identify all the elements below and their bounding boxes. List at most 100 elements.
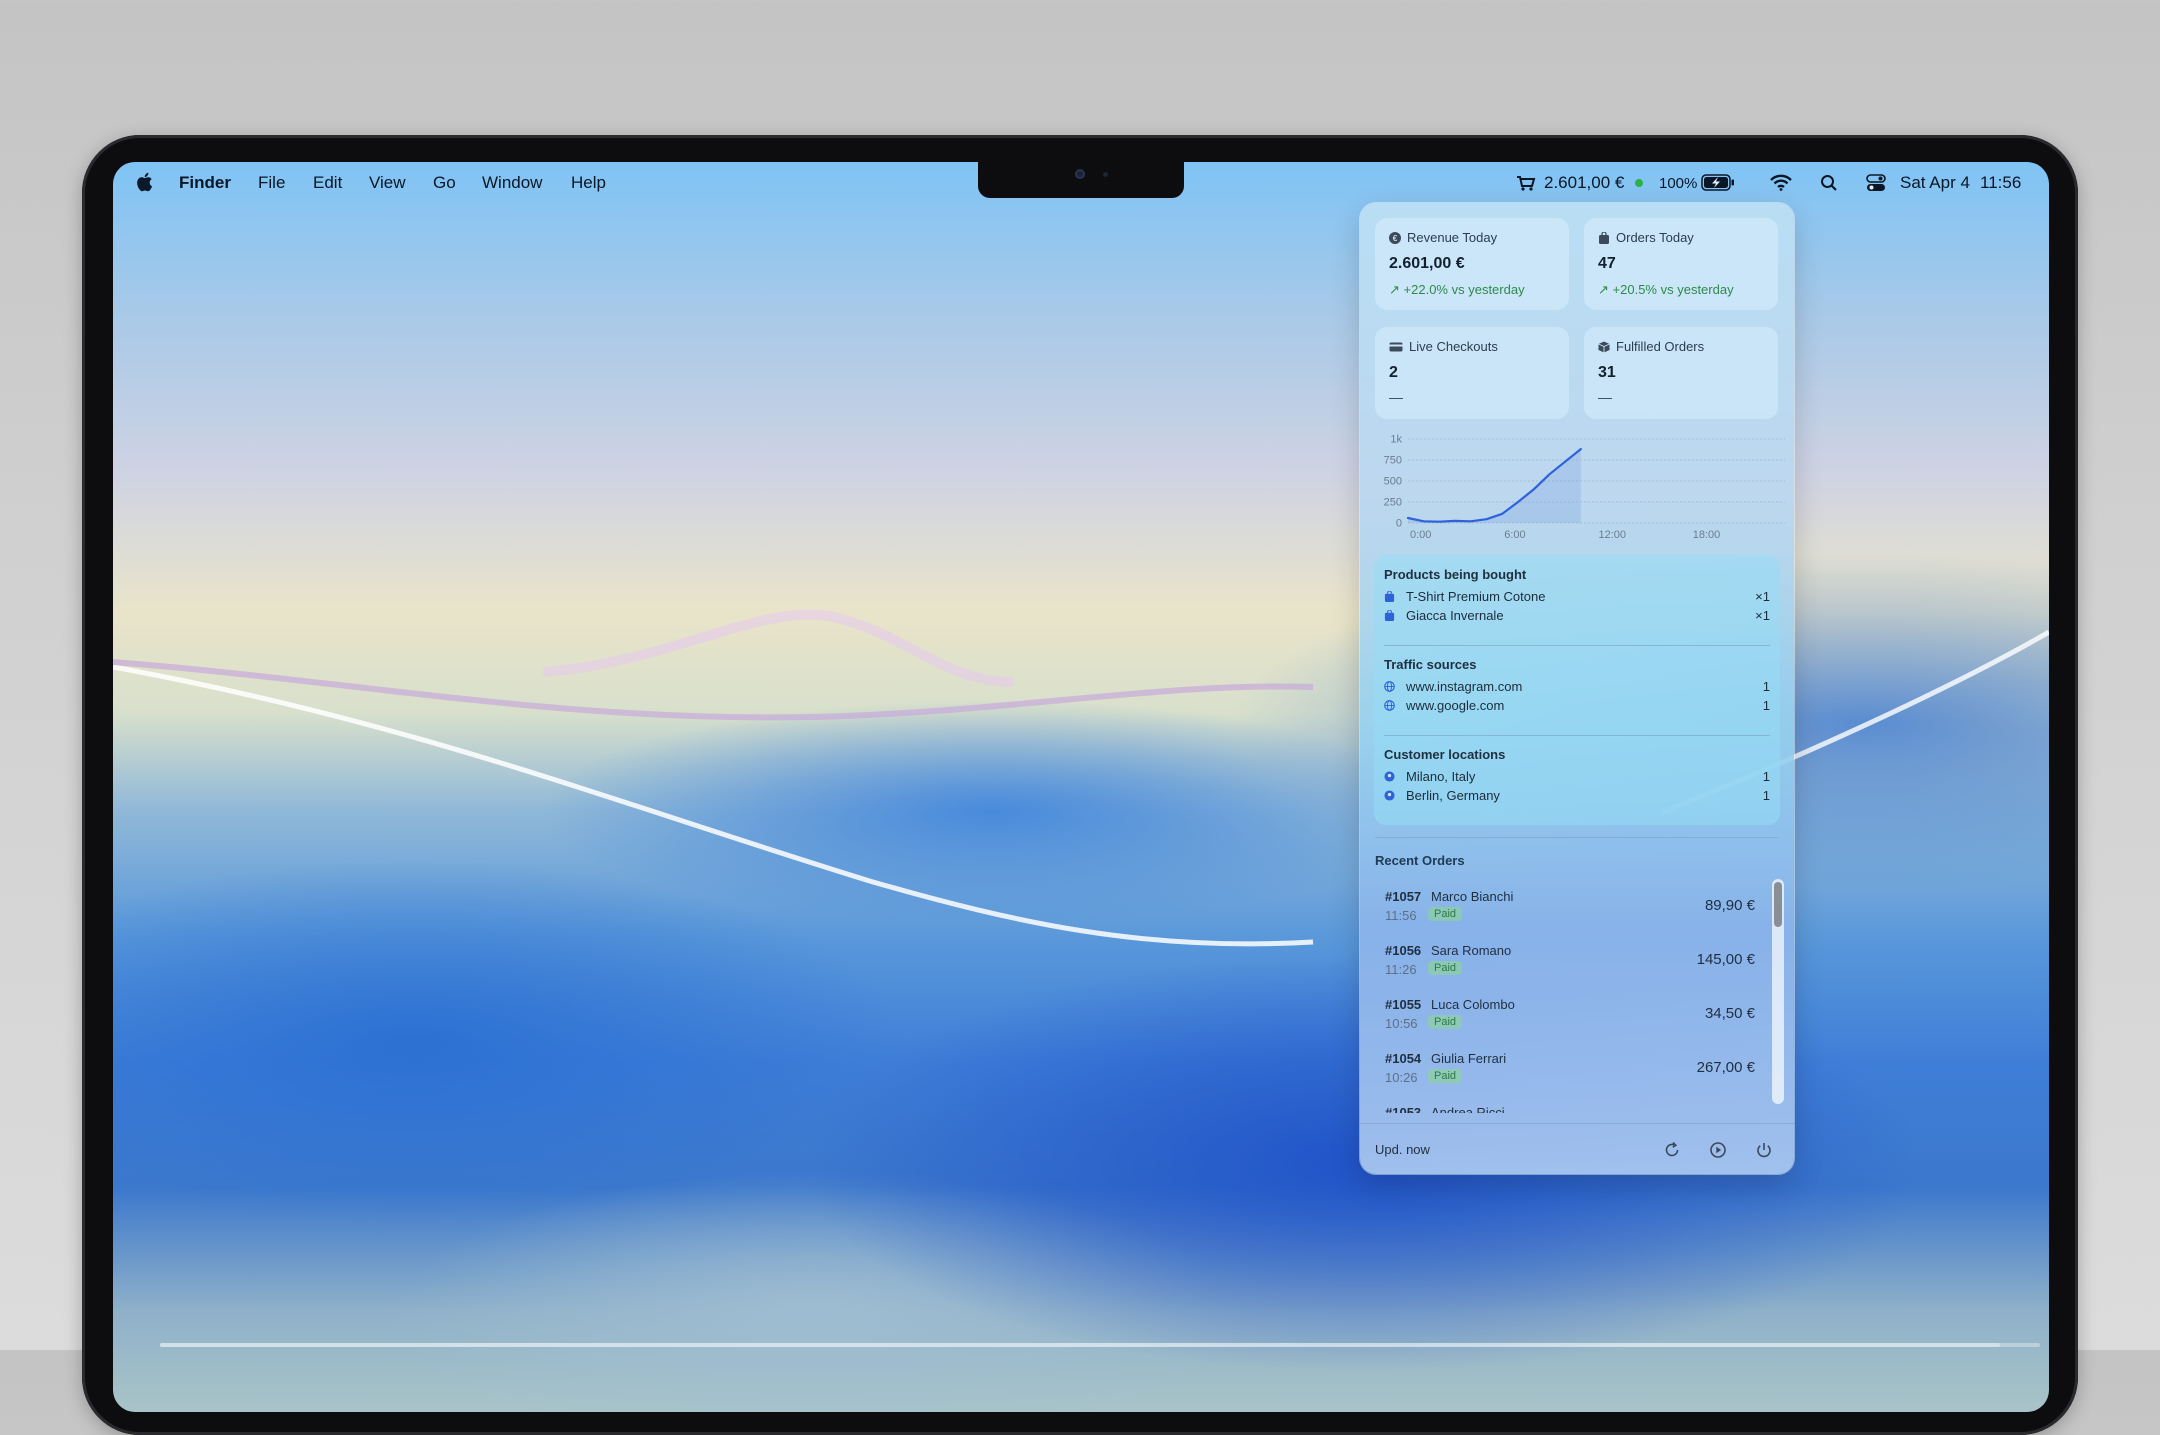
order-row[interactable]: #1054 Giulia Ferrari 10:26 Paid 267,00 € [1385, 1043, 1755, 1095]
x-tick-label: 18:00 [1693, 529, 1721, 541]
order-customer: Luca Colombo [1431, 997, 1515, 1012]
order-customer: Giulia Ferrari [1431, 1051, 1507, 1066]
control-center-icon[interactable] [1866, 174, 1886, 192]
revenue-today-header: € Revenue Today [1389, 230, 1497, 245]
live-checkouts-title: Live Checkouts [1409, 339, 1498, 354]
recent-orders-list[interactable]: #1057 Marco Bianchi 11:56 Paid 89,90 € #… [1360, 873, 1794, 1113]
trend-up-icon: ↗ [1389, 282, 1400, 297]
orders-scrollbar-thumb[interactable] [1774, 882, 1782, 927]
order-customer: Sara Romano [1431, 943, 1512, 958]
location-pin-icon [1384, 771, 1395, 782]
product-qty: ×1 [1755, 589, 1770, 604]
products-title: Products being bought [1384, 567, 1527, 582]
package-box-icon [1598, 341, 1610, 352]
menu-help[interactable]: Help [571, 173, 606, 193]
paid-badge: Paid [1428, 1015, 1463, 1029]
shop-stats-popover: € Revenue Today 2.601,00 € ↗ +22.0% vs y… [1360, 203, 1794, 1174]
divider [1375, 837, 1779, 838]
fulfilled-orders-title: Fulfilled Orders [1616, 339, 1705, 354]
live-checkouts-card[interactable]: Live Checkouts 2 — [1375, 327, 1569, 419]
live-checkouts-delta: — [1389, 389, 1403, 405]
last-updated-label: Upd. now [1375, 1142, 1430, 1157]
revenue-today-delta: ↗ +22.0% vs yesterday [1389, 282, 1525, 298]
divider [1384, 645, 1770, 646]
shopping-bag-icon [1384, 610, 1395, 621]
app-name-menu[interactable]: Finder [179, 173, 231, 193]
revenue-today-title: Revenue Today [1407, 230, 1498, 245]
revenue-today-card[interactable]: € Revenue Today 2.601,00 € ↗ +22.0% vs y… [1375, 218, 1569, 310]
order-time: 11:56 [1385, 908, 1417, 923]
menu-view[interactable]: View [369, 173, 406, 193]
product-label: T-Shirt Premium Cotone [1406, 589, 1546, 604]
order-time: 11:26 [1385, 962, 1417, 977]
order-amount: 145,00 € [1696, 951, 1755, 968]
divider [1384, 735, 1770, 736]
globe-icon [1384, 681, 1395, 692]
order-row[interactable]: #1056 Sara Romano 11:26 Paid 145,00 € [1385, 935, 1755, 987]
play-icon[interactable] [1708, 1140, 1728, 1160]
y-tick-label: 1k [1390, 434, 1402, 446]
shopping-bag-icon [1384, 591, 1395, 602]
x-tick-label: 12:00 [1599, 529, 1627, 541]
recent-orders-title: Recent Orders [1375, 853, 1465, 868]
cart-icon[interactable] [1516, 175, 1536, 191]
revenue-today-value: 2.601,00 € [1389, 255, 1465, 272]
shopping-bag-icon [1599, 231, 1609, 244]
euro-coin-icon: € [1389, 231, 1401, 244]
y-tick-label: 250 [1384, 497, 1402, 509]
fulfilled-orders-value: 31 [1598, 364, 1616, 381]
credit-card-icon [1389, 342, 1403, 351]
menubar-clock[interactable]: 11:56 [1980, 173, 2021, 193]
traffic-title: Traffic sources [1384, 657, 1477, 672]
order-number: #1056 [1385, 943, 1422, 958]
power-icon[interactable] [1754, 1140, 1774, 1160]
location-label: Berlin, Germany [1406, 788, 1500, 803]
dock-reflection [160, 1343, 2000, 1347]
apple-logo-icon[interactable] [135, 171, 153, 193]
revenue-delta-text: +22.0% vs yesterday [1403, 282, 1525, 297]
traffic-label: www.google.com [1406, 698, 1505, 713]
fulfilled-orders-card[interactable]: Fulfilled Orders 31 — [1584, 327, 1778, 419]
fulfilled-orders-header: Fulfilled Orders [1598, 339, 1704, 354]
location-count: 1 [1762, 769, 1770, 784]
order-row[interactable]: #1055 Luca Colombo 10:56 Paid 34,50 € [1385, 989, 1755, 1041]
y-tick-label: 750 [1384, 455, 1402, 467]
product-qty: ×1 [1755, 608, 1770, 623]
location-label: Milano, Italy [1406, 769, 1476, 784]
svg-text:€: € [1393, 234, 1398, 243]
menubar-date[interactable]: Sat Apr 4 [1900, 173, 1970, 193]
paid-badge: Paid [1428, 961, 1463, 975]
fulfilled-orders-delta: — [1598, 389, 1612, 405]
order-amount: 34,50 € [1704, 1005, 1755, 1022]
y-tick-label: 0 [1396, 518, 1402, 530]
traffic-count: 1 [1762, 679, 1770, 694]
orders-today-card[interactable]: Orders Today 47 ↗ +20.5% vs yesterday [1584, 218, 1778, 310]
orders-delta-text: +20.5% vs yesterday [1612, 282, 1734, 297]
order-row[interactable]: #1053 Andrea Ricci [1385, 1097, 1755, 1113]
battery-icon[interactable] [1701, 174, 1735, 191]
order-time: 10:56 [1385, 1016, 1418, 1031]
live-checkouts-value: 2 [1389, 364, 1398, 381]
camera-notch [978, 162, 1184, 198]
order-row[interactable]: #1057 Marco Bianchi 11:56 Paid 89,90 € [1385, 881, 1755, 933]
location-pin-icon [1384, 790, 1395, 801]
order-number: #1055 [1385, 997, 1422, 1012]
orders-today-header: Orders Today [1598, 230, 1694, 245]
product-label: Giacca Invernale [1406, 608, 1504, 623]
refresh-icon[interactable] [1662, 1140, 1682, 1160]
traffic-label: www.instagram.com [1406, 679, 1523, 694]
live-activity-section: Products being bought T-Shirt Premium Co… [1374, 555, 1780, 825]
order-number: #1057 [1385, 889, 1422, 904]
menu-file[interactable]: File [258, 173, 285, 193]
spotlight-search-icon[interactable] [1820, 174, 1838, 192]
x-tick-label: 6:00 [1504, 529, 1525, 541]
wifi-icon[interactable] [1770, 174, 1792, 191]
globe-icon [1384, 700, 1395, 711]
orders-today-value: 47 [1598, 255, 1616, 272]
menu-go[interactable]: Go [433, 173, 456, 193]
shop-revenue-status[interactable]: 2.601,00 € [1544, 173, 1624, 193]
camera-sensor [1103, 172, 1108, 177]
orders-today-delta: ↗ +20.5% vs yesterday [1598, 282, 1734, 298]
menu-window[interactable]: Window [482, 173, 542, 193]
menu-edit[interactable]: Edit [313, 173, 342, 193]
